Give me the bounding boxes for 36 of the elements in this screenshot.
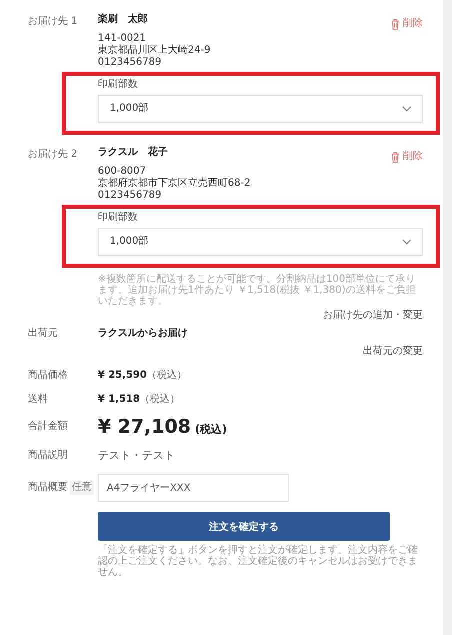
field-label: 商品説明 <box>28 450 68 462</box>
field-label: 出荷元 <box>28 328 58 340</box>
field-label: 印刷部数 <box>98 79 139 91</box>
field-label: 商品概要 <box>28 482 68 494</box>
postal-code: 600-8007 <box>98 166 148 178</box>
summary-input[interactable]: A4フライヤーXXX <box>98 474 289 502</box>
quantity-select[interactable]: 1,000部 <box>98 228 423 256</box>
total-price: ¥ 27,108 (税込) <box>98 416 228 438</box>
price-value: ¥ 1,518（税込） <box>98 394 182 406</box>
chevron-icon <box>402 106 412 112</box>
recipient-name: ラクスル 花子 <box>98 147 168 159</box>
field-label: 商品価格 <box>28 370 68 382</box>
address: 京都府京都市下京区立売西町68-2 <box>98 178 252 190</box>
description-text: テスト・テスト <box>98 450 176 462</box>
phone-number: 0123456789 <box>98 57 163 69</box>
change-link[interactable]: 出荷元の変更 <box>98 346 423 358</box>
trash-icon <box>391 18 400 30</box>
phone-number: 0123456789 <box>98 190 163 202</box>
quantity-select[interactable]: 1,000部 <box>98 95 423 123</box>
address: 東京都品川区上大崎24-9 <box>98 45 212 57</box>
price-value: ¥ 25,590（税込） <box>98 370 188 382</box>
postal-code: 141-0021 <box>98 33 148 44</box>
field-label: 送料 <box>28 394 48 406</box>
notice-text: ※複数箇所に配送することが可能です。分割納品は100部単位にて承ります。追加お届け先1件あたり ￥1,518(税抜 ￥1,380)の送料をご負担いただきます。 <box>98 274 417 307</box>
recipient-name: 楽刷 太郎 <box>98 14 148 26</box>
trash-icon <box>391 152 400 162</box>
field-label: 印刷部数 <box>98 212 139 224</box>
notice-text: 「注文を確定する」ボタンを押すと注文が確定します。注文内容をご確認の上ご注文ください。なお、注文確定後のキャンセルはお受けできません。 <box>98 545 419 578</box>
change-link[interactable]: お届け先の追加・変更 <box>98 310 423 322</box>
confirm-order-button[interactable]: 注文を確定する <box>98 512 390 541</box>
chevron-icon <box>402 239 412 245</box>
shipper-name: ラクスルからお届け <box>98 328 189 340</box>
field-label: 合計金額 <box>28 421 68 433</box>
field-label: お届け先 2 <box>28 149 78 161</box>
field-label: お届け先 1 <box>28 16 78 28</box>
optional-badge: 任意 <box>70 481 94 495</box>
